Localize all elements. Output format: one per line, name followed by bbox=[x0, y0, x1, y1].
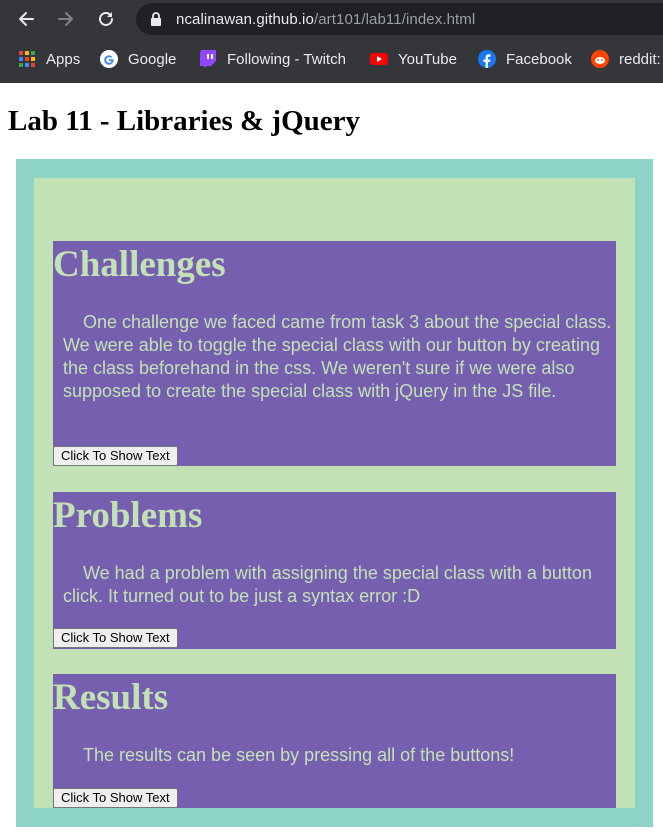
browser-chrome: ncalinawan.github.io/art101/lab11/index.… bbox=[0, 0, 663, 83]
section-problems: Problems We had a problem with assigning… bbox=[53, 492, 616, 649]
outer-container: Challenges One challenge we faced came f… bbox=[16, 159, 653, 827]
section-text: We had a problem with assigning the spec… bbox=[63, 563, 592, 606]
bookmarks-bar: Apps Google Following - Twitch YouTube F… bbox=[0, 44, 663, 74]
bookmark-reddit[interactable]: reddit: bbox=[591, 48, 661, 70]
back-button[interactable] bbox=[13, 6, 39, 32]
google-icon bbox=[100, 50, 118, 68]
inner-container: Challenges One challenge we faced came f… bbox=[34, 178, 635, 808]
section-heading: Results bbox=[53, 677, 169, 718]
apps-grid-icon bbox=[18, 50, 36, 68]
bookmark-apps[interactable]: Apps bbox=[18, 48, 80, 70]
section-heading: Problems bbox=[53, 495, 203, 536]
show-text-button[interactable]: Click To Show Text bbox=[53, 788, 178, 808]
forward-arrow-icon bbox=[58, 12, 73, 26]
facebook-icon bbox=[478, 50, 496, 68]
bookmark-label: YouTube bbox=[398, 50, 457, 68]
page-viewport: Lab 11 - Libraries & jQuery Challenges O… bbox=[0, 83, 663, 834]
show-text-button[interactable]: Click To Show Text bbox=[53, 446, 178, 466]
url-path: /art101/lab11/index.html bbox=[313, 11, 476, 28]
bookmark-twitch[interactable]: Following - Twitch bbox=[199, 48, 346, 70]
reddit-icon bbox=[591, 50, 609, 68]
bookmark-youtube[interactable]: YouTube bbox=[370, 48, 457, 70]
bookmark-label: Apps bbox=[46, 50, 81, 68]
section-heading: Challenges bbox=[53, 244, 226, 285]
bookmark-google[interactable]: Google bbox=[100, 48, 176, 70]
page-title: Lab 11 - Libraries & jQuery bbox=[8, 105, 361, 137]
section-text: The results can be seen by pressing all … bbox=[83, 745, 515, 765]
bookmark-facebook[interactable]: Facebook bbox=[478, 48, 572, 70]
section-results: Results The results can be seen by press… bbox=[53, 674, 616, 808]
bookmark-label: Following - Twitch bbox=[227, 50, 346, 68]
forward-button[interactable] bbox=[53, 6, 79, 32]
lock-icon bbox=[151, 12, 161, 26]
show-text-button[interactable]: Click To Show Text bbox=[53, 628, 178, 648]
bookmark-label: Facebook bbox=[506, 50, 572, 68]
section-challenges: Challenges One challenge we faced came f… bbox=[53, 241, 616, 466]
bookmark-label: Google bbox=[128, 50, 177, 68]
back-arrow-icon bbox=[19, 12, 34, 26]
youtube-icon bbox=[370, 50, 388, 68]
twitch-icon bbox=[199, 50, 217, 68]
address-bar[interactable]: ncalinawan.github.io/art101/lab11/index.… bbox=[136, 3, 663, 35]
bookmark-label: reddit: bbox=[619, 50, 661, 68]
browser-toolbar: ncalinawan.github.io/art101/lab11/index.… bbox=[0, 0, 663, 38]
reload-button[interactable] bbox=[93, 6, 119, 32]
section-text: One challenge we faced came from task 3 … bbox=[63, 312, 612, 401]
address-url: ncalinawan.github.io/art101/lab11/index.… bbox=[176, 11, 475, 28]
url-host: ncalinawan.github.io bbox=[176, 11, 314, 28]
reload-icon bbox=[99, 12, 113, 26]
